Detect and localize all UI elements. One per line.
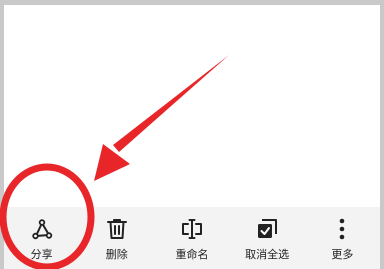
annotation-overlay [0, 55, 229, 269]
annotation-circle [0, 163, 95, 269]
annotation-arrow [94, 55, 229, 181]
